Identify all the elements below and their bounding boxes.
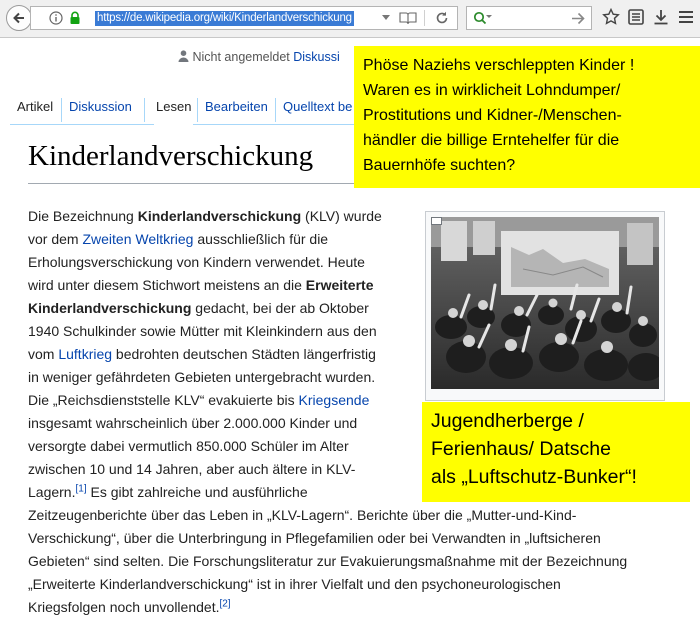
- note-line: Ferienhaus/ Datsche: [431, 438, 611, 460]
- url-bar[interactable]: https://de.wikipedia.org/wiki/Kinderland…: [30, 6, 458, 30]
- classroom-photo: [431, 217, 659, 389]
- note-line: händler die billige Erntehelfer für die: [363, 132, 620, 149]
- download-icon[interactable]: [652, 8, 670, 26]
- search-icon[interactable]: [473, 11, 493, 25]
- back-button[interactable]: [6, 5, 32, 31]
- search-bar[interactable]: [466, 6, 592, 30]
- personal-tools: Nicht angemeldet Diskussi: [178, 50, 340, 64]
- tab-artikel[interactable]: Artikel: [15, 94, 55, 124]
- enlarge-icon[interactable]: [431, 217, 442, 225]
- info-icon[interactable]: [49, 11, 63, 25]
- note-line: Prostitutions und Kidner-/Menschen-: [363, 107, 622, 124]
- link-kriegsende[interactable]: Kriegsende: [299, 392, 370, 408]
- bold-term: Kinderlandverschickung: [28, 300, 192, 316]
- menu-icon[interactable]: [677, 8, 695, 26]
- dropdown-icon[interactable]: [381, 14, 391, 22]
- reference-1[interactable]: [1]: [75, 483, 86, 494]
- tab-divider: [144, 98, 145, 122]
- note-line: Bauernhöfe suchten?: [363, 157, 516, 174]
- bookmark-star-icon[interactable]: [602, 8, 620, 26]
- article-thumbnail[interactable]: [425, 211, 665, 401]
- urlbar-divider: [424, 10, 425, 26]
- reading-list-icon[interactable]: [627, 8, 645, 26]
- lock-icon[interactable]: [69, 11, 81, 25]
- back-arrow-icon: [13, 12, 24, 24]
- tab-lesen[interactable]: Lesen: [154, 94, 194, 125]
- annotation-note-top: Phöse Naziehs verschleppten Kinder ! War…: [354, 46, 700, 188]
- browser-toolbar: https://de.wikipedia.org/wiki/Kinderland…: [0, 0, 700, 38]
- search-go-icon[interactable]: [571, 12, 585, 25]
- tab-diskussion[interactable]: Diskussion: [67, 94, 134, 124]
- tab-divider: [275, 98, 276, 122]
- url-text[interactable]: https://de.wikipedia.org/wiki/Kinderland…: [95, 11, 354, 26]
- user-discussion-link[interactable]: Diskussi: [293, 50, 340, 64]
- tab-quelltext[interactable]: Quelltext be: [281, 94, 354, 124]
- link-luftkrieg[interactable]: Luftkrieg: [58, 346, 112, 362]
- user-icon: [178, 50, 189, 62]
- note-line: als „Luftschutz-Bunker“!: [431, 466, 637, 488]
- reader-view-icon[interactable]: [399, 11, 417, 25]
- bold-term: Erweiterte: [305, 277, 374, 293]
- annotation-note-bottom: Jugendherberge / Ferienhaus/ Datsche als…: [422, 402, 690, 502]
- reference-2[interactable]: [2]: [219, 598, 230, 609]
- link-zweiten-weltkrieg[interactable]: Zweiten Weltkrieg: [82, 231, 193, 247]
- page-title: Kinderlandverschickung: [28, 140, 314, 172]
- note-line: Jugendherberge /: [431, 410, 584, 432]
- note-line: Phöse Naziehs verschleppten Kinder !: [363, 57, 635, 74]
- reload-icon[interactable]: [435, 11, 449, 25]
- tab-divider: [197, 98, 198, 122]
- tab-bearbeiten[interactable]: Bearbeiten: [203, 94, 270, 124]
- tab-divider: [61, 98, 62, 122]
- bold-term: Kinderlandverschickung: [137, 208, 302, 224]
- note-line: Waren es in wirklicheit Lohndumper/: [363, 82, 621, 99]
- not-logged-in-label: Nicht angemeldet: [192, 50, 290, 64]
